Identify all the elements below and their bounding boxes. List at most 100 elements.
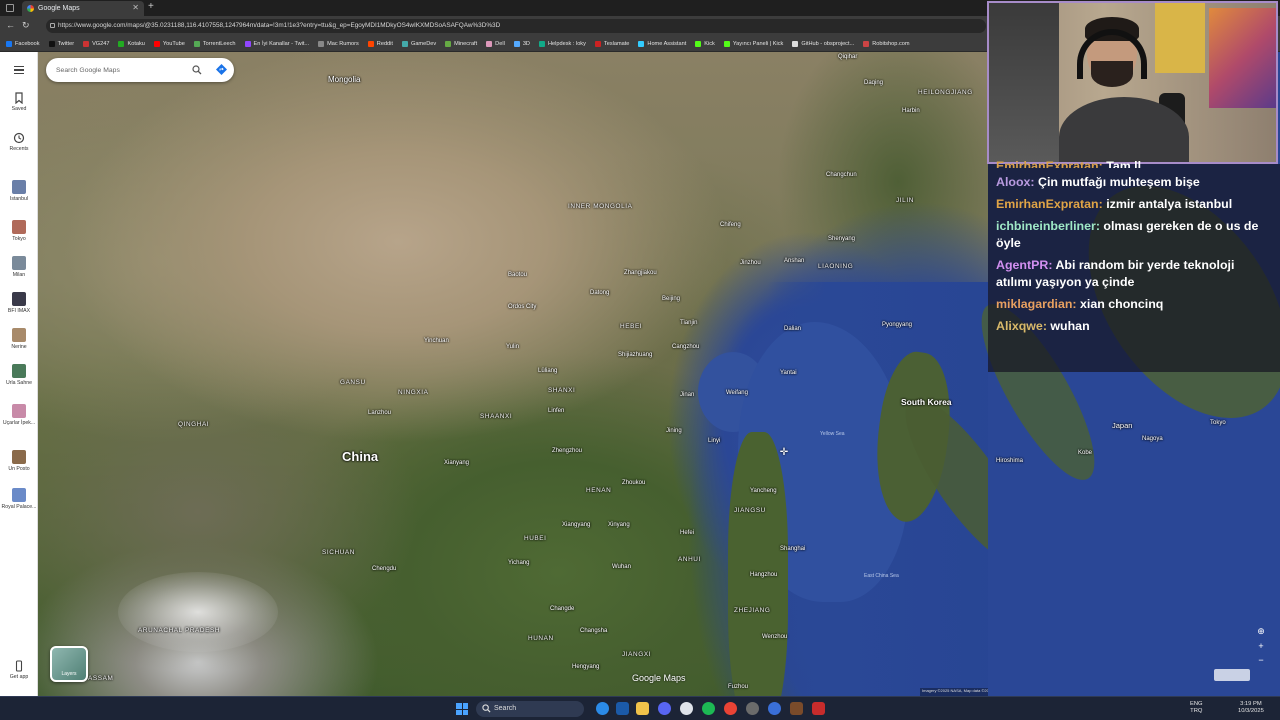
- map-label[interactable]: Qiqihar: [838, 54, 857, 60]
- map-label[interactable]: Hiroshima: [996, 458, 1023, 464]
- map-label[interactable]: Changde: [550, 606, 574, 612]
- app-icon[interactable]: [680, 702, 693, 715]
- reload-icon[interactable]: ↻: [22, 20, 30, 31]
- map-label[interactable]: Yulin: [506, 344, 519, 350]
- adobe-icon[interactable]: [812, 702, 825, 715]
- bookmark-item[interactable]: Minecraft: [445, 40, 477, 47]
- bookmark-item[interactable]: Kotaku: [118, 40, 145, 47]
- map-label[interactable]: HEILONGJIANG: [918, 89, 973, 96]
- map-label[interactable]: Yellow Sea: [820, 432, 845, 437]
- bookmark-item[interactable]: Kick: [695, 40, 715, 47]
- map-label[interactable]: Fuzhou: [728, 684, 748, 690]
- map-label[interactable]: HUNAN: [528, 635, 554, 642]
- close-tab-icon[interactable]: ✕: [132, 3, 139, 12]
- map-label[interactable]: QINGHAI: [178, 421, 209, 428]
- rail-place-item[interactable]: Royal Palace...: [0, 488, 38, 510]
- map-label[interactable]: Xinyang: [608, 522, 630, 528]
- map-label[interactable]: Zhoukou: [622, 480, 645, 486]
- map-label[interactable]: Zhengzhou: [552, 448, 582, 454]
- map-label[interactable]: Anshan: [784, 258, 804, 264]
- map-label[interactable]: HENAN: [586, 487, 611, 494]
- search-input[interactable]: [56, 64, 176, 76]
- map-label[interactable]: Kobe: [1078, 450, 1092, 456]
- map-label[interactable]: Yantai: [780, 370, 797, 376]
- map-label[interactable]: Tokyo: [1210, 420, 1226, 426]
- language-indicator[interactable]: ENG TRQ: [1190, 701, 1203, 715]
- map-label[interactable]: LIAONING: [818, 263, 853, 270]
- map-label[interactable]: Lüliang: [538, 368, 557, 374]
- app-icon[interactable]: [790, 702, 803, 715]
- bookmark-item[interactable]: VG247: [83, 40, 109, 47]
- url-bar[interactable]: https://www.google.com/maps/@35.0231188,…: [46, 19, 986, 33]
- map-label[interactable]: Ordos City: [508, 304, 536, 310]
- map-label[interactable]: Chengdu: [372, 566, 396, 572]
- clock[interactable]: 3:19 PM 10/3/2025: [1238, 701, 1264, 715]
- taskbar-search[interactable]: Search: [476, 701, 584, 717]
- map-label[interactable]: Hangzhou: [750, 572, 777, 578]
- map-label[interactable]: Yancheng: [750, 488, 777, 494]
- map-label[interactable]: SICHUAN: [322, 549, 355, 556]
- bookmark-item[interactable]: Twitter: [48, 40, 74, 47]
- zoom-out-button[interactable]: −: [1254, 653, 1268, 667]
- rail-place-item[interactable]: Uçarlar İpek...: [0, 404, 38, 426]
- map-label[interactable]: Harbin: [902, 108, 920, 114]
- map-label[interactable]: Dalian: [784, 326, 801, 332]
- chrome-icon[interactable]: [724, 702, 737, 715]
- discord-icon[interactable]: [658, 702, 671, 715]
- map-label[interactable]: HUBEI: [524, 535, 547, 542]
- map-label[interactable]: JILIN: [896, 197, 914, 204]
- edge-icon[interactable]: [596, 702, 609, 715]
- map-label[interactable]: Shanghai: [780, 546, 805, 552]
- satellite-map[interactable]: Mongolia INNER MONGOLIA China South Kore…: [38, 52, 988, 696]
- map-label[interactable]: Wenzhou: [762, 634, 787, 640]
- map-label[interactable]: Datong: [590, 290, 609, 296]
- map-label[interactable]: China: [342, 450, 378, 463]
- bookmark-item[interactable]: Yayıncı Paneli | Kick: [723, 40, 783, 47]
- bookmark-item[interactable]: Mac Rumors: [318, 40, 359, 47]
- search-icon[interactable]: [192, 65, 202, 75]
- map-label[interactable]: NINGXIA: [398, 389, 428, 396]
- bookmark-item[interactable]: Robitshop.com: [863, 40, 910, 47]
- map-label[interactable]: Xianyang: [444, 460, 469, 466]
- layer-thumbnails[interactable]: [1214, 669, 1250, 681]
- bookmark-item[interactable]: GitHub - obsproject...: [792, 40, 854, 47]
- file-explorer-icon[interactable]: [636, 702, 649, 715]
- bookmark-item[interactable]: GameDev: [401, 40, 436, 47]
- bookmark-item[interactable]: Facebook: [6, 40, 40, 47]
- map-label[interactable]: Changsha: [580, 628, 607, 634]
- tab-google-maps[interactable]: Google Maps ✕: [22, 1, 144, 16]
- rail-place-item[interactable]: Tokyo: [0, 220, 38, 242]
- rail-place-item[interactable]: Nerine: [0, 328, 38, 350]
- map-label[interactable]: Jinzhou: [740, 260, 761, 266]
- map-label[interactable]: Linyi: [708, 438, 720, 444]
- rail-place-item[interactable]: Milan: [0, 256, 38, 278]
- map-label[interactable]: ARUNACHAL PRADESH: [138, 627, 220, 634]
- map-label[interactable]: ZHEJIANG: [734, 607, 770, 614]
- map-label[interactable]: Mongolia: [328, 76, 360, 84]
- bookmark-item[interactable]: Helpdesk : loky: [538, 40, 586, 47]
- map-label[interactable]: Beijing: [662, 296, 680, 302]
- get-app-button[interactable]: Get app: [0, 660, 38, 680]
- map-label[interactable]: Pyongyang: [882, 322, 912, 328]
- map-label[interactable]: Shenyang: [828, 236, 855, 242]
- map-label[interactable]: Hefei: [680, 530, 694, 536]
- map-label[interactable]: Jining: [666, 428, 682, 434]
- zoom-in-button[interactable]: +: [1254, 639, 1268, 653]
- map-label[interactable]: Shijiazhuang: [618, 352, 652, 358]
- bookmark-item[interactable]: YouTube: [153, 40, 185, 47]
- map-label[interactable]: Zhangjiakou: [624, 270, 657, 276]
- back-icon[interactable]: ←: [6, 20, 15, 30]
- bookmark-item[interactable]: En İyi Kanallar - Twit...: [244, 40, 309, 47]
- map-label[interactable]: Changchun: [826, 172, 857, 178]
- map-label[interactable]: HEBEI: [620, 323, 642, 330]
- map-label[interactable]: GANSU: [340, 379, 366, 386]
- map-label[interactable]: Weifang: [726, 390, 748, 396]
- map-label[interactable]: Tianjin: [680, 320, 697, 326]
- map-label[interactable]: Japan: [1112, 422, 1132, 430]
- directions-icon[interactable]: [216, 64, 227, 75]
- obs-icon[interactable]: [746, 702, 759, 715]
- saved-button[interactable]: Saved: [0, 92, 38, 112]
- recents-button[interactable]: Recents: [0, 132, 38, 152]
- map-label[interactable]: Cangzhou: [672, 344, 699, 350]
- map-label[interactable]: South Korea: [901, 398, 952, 407]
